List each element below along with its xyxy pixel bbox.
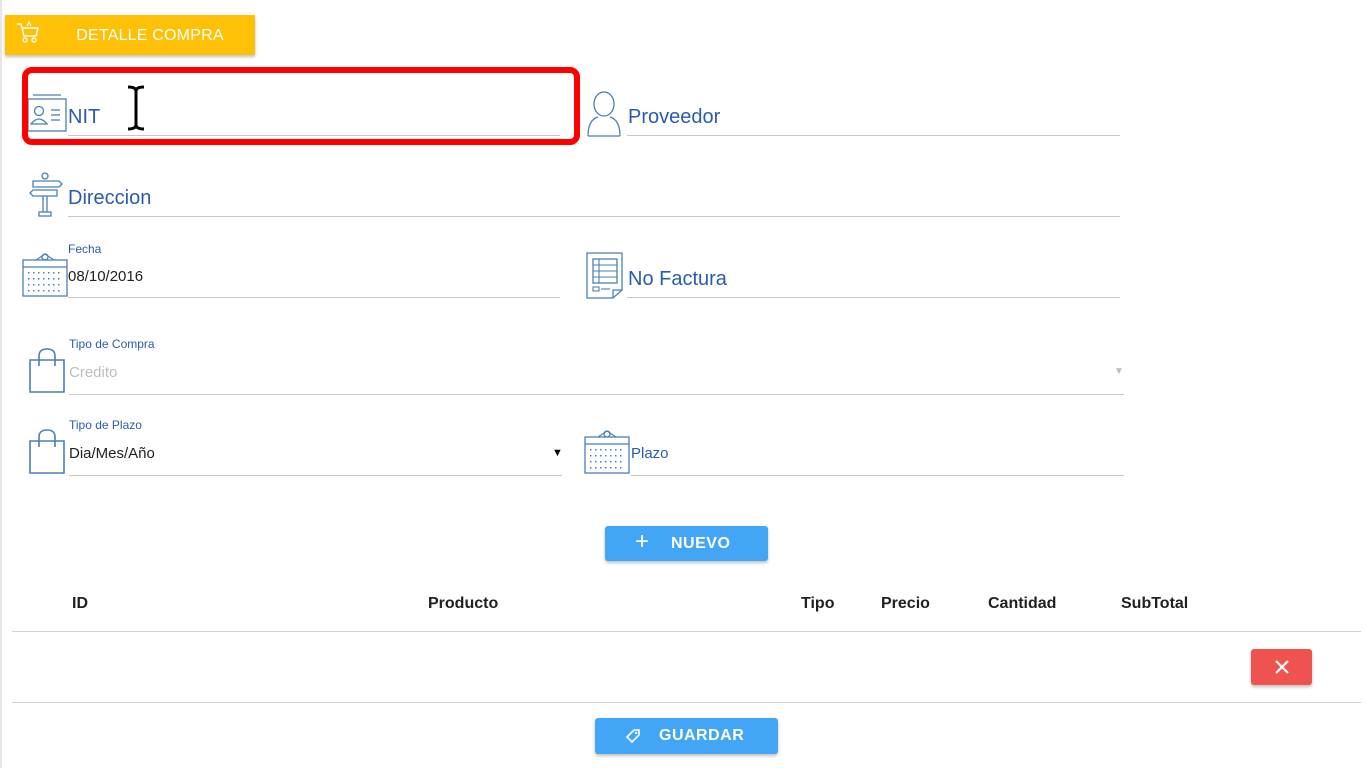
section-header: DETALLE COMPRA [5, 15, 255, 55]
tipo-compra-dropdown-arrow-icon: ▼ [1114, 366, 1124, 377]
tipo-plazo-select[interactable]: Dia/Mes/Año [69, 445, 155, 462]
highlight-box [22, 67, 580, 145]
shopping-bag-icon [29, 348, 65, 393]
tag-icon [625, 729, 640, 744]
tipo-plazo-underline [69, 475, 562, 476]
tipo-compra-select[interactable]: Credito [69, 364, 117, 381]
no-factura-label: No Factura [628, 268, 727, 290]
column-header-producto: Producto [428, 595, 499, 612]
direccion-label: Direccion [68, 187, 152, 209]
column-header-tipo: Tipo [801, 595, 835, 612]
guardar-button[interactable]: GUARDAR [595, 718, 778, 754]
guardar-button-label: GUARDAR [659, 727, 745, 744]
section-title: DETALLE COMPRA [76, 27, 224, 44]
invoice-icon [586, 252, 623, 299]
proveedor-input[interactable] [627, 135, 1120, 136]
plazo-input[interactable] [631, 475, 1124, 476]
left-border [0, 0, 2, 768]
table-header-divider [12, 631, 1361, 632]
fecha-label: Fecha [68, 242, 102, 256]
signpost-icon [29, 172, 63, 217]
calendar-icon [584, 430, 630, 474]
column-header-id: ID [72, 595, 88, 612]
delete-row-button[interactable] [1251, 649, 1312, 685]
direccion-input[interactable] [68, 216, 1120, 217]
close-icon [1275, 660, 1289, 674]
calendar-icon [22, 253, 68, 297]
tipo-compra-underline [69, 394, 1124, 395]
user-icon [587, 91, 621, 137]
shopping-bag-icon [29, 429, 65, 474]
tipo-plazo-label: Tipo de Plazo [69, 418, 142, 432]
nuevo-button[interactable]: + NUEVO [605, 526, 768, 561]
plazo-label: Plazo [631, 445, 669, 462]
column-header-cantidad: Cantidad [988, 595, 1057, 612]
no-factura-input[interactable] [627, 297, 1120, 298]
nuevo-button-label: NUEVO [671, 535, 731, 552]
text-cursor-icon [127, 85, 145, 131]
column-header-precio: Precio [881, 595, 930, 612]
tipo-plazo-dropdown-arrow-icon[interactable]: ▼ [552, 447, 563, 459]
table-footer-divider [12, 702, 1361, 703]
fecha-value[interactable]: 08/10/2016 [68, 268, 143, 285]
plus-icon: + [635, 528, 650, 555]
proveedor-label: Proveedor [628, 106, 721, 128]
tipo-compra-label: Tipo de Compra [69, 337, 155, 351]
column-header-subtotal: SubTotal [1121, 595, 1189, 612]
fecha-input[interactable] [68, 297, 560, 298]
